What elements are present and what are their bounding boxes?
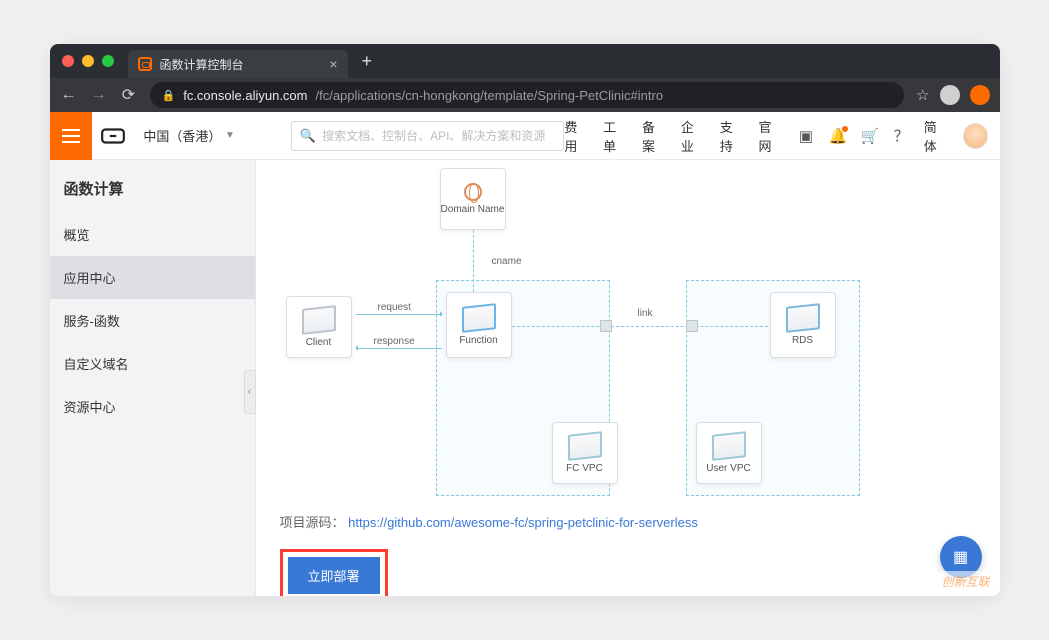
watermark: 创新互联: [935, 571, 995, 592]
maximize-window-icon[interactable]: [102, 55, 114, 67]
region-selector[interactable]: 中国（香港） ▼: [133, 126, 245, 145]
url-field[interactable]: 🔒 fc.console.aliyun.com/fc/applications/…: [150, 82, 905, 108]
search-input[interactable]: [322, 129, 555, 143]
architecture-diagram: Domain Name cname Client request respons…: [280, 168, 860, 498]
close-window-icon[interactable]: [62, 55, 74, 67]
region-label: 中国（香港）: [143, 126, 219, 145]
menu-toggle-button[interactable]: [50, 112, 93, 160]
diagram-connector: [686, 320, 698, 332]
deploy-button[interactable]: 立即部署: [288, 557, 380, 594]
back-icon[interactable]: ←: [60, 86, 78, 104]
node-label: User VPC: [706, 463, 750, 474]
help-icon[interactable]: ？: [893, 125, 910, 146]
diagram-node-fcvpc: FC VPC: [552, 422, 618, 484]
url-host: fc.console.aliyun.com: [183, 88, 307, 103]
tab-favicon-icon: [138, 57, 152, 71]
url-path: /fc/applications/cn-hongkong/template/Sp…: [315, 88, 663, 103]
diagram-node-domain: Domain Name: [440, 168, 506, 230]
user-avatar[interactable]: [963, 123, 988, 149]
search-box[interactable]: 🔍: [291, 121, 564, 151]
diagram-node-rds: RDS: [770, 292, 836, 358]
top-link[interactable]: 工单: [603, 117, 628, 155]
chevron-down-icon: ▼: [225, 130, 235, 141]
diagram-edge: [512, 326, 768, 327]
minimize-window-icon[interactable]: [82, 55, 94, 67]
cloudshell-icon[interactable]: ▣: [797, 127, 814, 145]
browser-tab[interactable]: 函数计算控制台 ×: [128, 50, 348, 78]
source-label: 项目源码：: [280, 515, 345, 530]
sidebar-item-resources[interactable]: 资源中心: [50, 385, 255, 428]
monitor-icon: [302, 305, 336, 335]
node-label: Domain Name: [441, 204, 505, 215]
sidebar-item-services[interactable]: 服务-函数: [50, 299, 255, 342]
search-icon: 🔍: [300, 128, 316, 144]
sidebar-item-domains[interactable]: 自定义域名: [50, 342, 255, 385]
tabs-bar: 函数计算控制台 × +: [50, 44, 1000, 78]
sidebar-item-overview[interactable]: 概览: [50, 213, 255, 256]
diagram-node-client: Client: [286, 296, 352, 358]
top-link[interactable]: 费用: [564, 117, 589, 155]
language-switch[interactable]: 简体: [924, 117, 949, 155]
profile-avatar-icon[interactable]: [940, 85, 960, 105]
top-link[interactable]: 官网: [759, 117, 784, 155]
close-tab-icon[interactable]: ×: [329, 56, 337, 72]
source-link[interactable]: https://github.com/awesome-fc/spring-pet…: [348, 515, 698, 530]
edge-label-cname: cname: [492, 256, 522, 267]
diagram-arrow: [356, 348, 442, 349]
aliyun-logo-icon[interactable]: [92, 123, 133, 149]
node-label: Function: [459, 335, 497, 346]
top-link[interactable]: 支持: [720, 117, 745, 155]
node-label: RDS: [792, 335, 813, 346]
address-bar: ← → ⟳ 🔒 fc.console.aliyun.com/fc/applica…: [50, 78, 1000, 112]
reload-icon[interactable]: ⟳: [120, 85, 138, 105]
grid-icon: ▦: [953, 547, 968, 567]
tab-title: 函数计算控制台: [160, 56, 244, 73]
top-link[interactable]: 企业: [681, 117, 706, 155]
browser-window: 函数计算控制台 × + ← → ⟳ 🔒 fc.console.aliyun.co…: [50, 44, 1000, 596]
app-body: 函数计算 概览 应用中心 服务-函数 自定义域名 资源中心 ‹ Domain N…: [50, 160, 1000, 596]
bookmark-icon[interactable]: ☆: [916, 86, 929, 104]
extension-icon[interactable]: [970, 85, 990, 105]
cloud-icon: [568, 431, 602, 461]
source-code-row: 项目源码： https://github.com/awesome-fc/spri…: [280, 512, 976, 531]
diagram-arrow: [356, 314, 442, 315]
sidebar: 函数计算 概览 应用中心 服务-函数 自定义域名 资源中心 ‹: [50, 160, 256, 596]
lock-icon: 🔒: [162, 89, 176, 102]
bell-icon[interactable]: 🔔: [829, 127, 847, 145]
node-label: FC VPC: [566, 463, 603, 474]
sidebar-item-appcenter[interactable]: 应用中心: [50, 256, 255, 299]
diagram-node-function: Function: [446, 292, 512, 358]
globe-icon: [464, 183, 482, 201]
function-icon: [462, 303, 496, 333]
window-traffic-lights[interactable]: [58, 55, 122, 67]
forward-icon[interactable]: →: [90, 86, 108, 104]
diagram-connector: [600, 320, 612, 332]
database-icon: [786, 303, 820, 333]
main-content: Domain Name cname Client request respons…: [256, 160, 1000, 596]
cart-icon[interactable]: 🛒: [861, 127, 879, 145]
diagram-node-uservpc: User VPC: [696, 422, 762, 484]
sidebar-collapse-button[interactable]: ‹: [244, 370, 256, 414]
top-link[interactable]: 备案: [642, 117, 667, 155]
top-nav-links: 费用 工单 备案 企业 支持 官网 ▣ 🔔 🛒 ？ 简体: [564, 117, 999, 155]
new-tab-button[interactable]: +: [354, 51, 381, 72]
edge-label-response: response: [374, 336, 415, 347]
cloud-icon: [712, 431, 746, 461]
edge-label-request: request: [378, 302, 411, 313]
sidebar-title: 函数计算: [50, 160, 255, 213]
edge-label-link: link: [638, 308, 653, 319]
node-label: Client: [306, 337, 332, 348]
console-header: 中国（香港） ▼ 🔍 费用 工单 备案 企业 支持 官网 ▣ 🔔 🛒 ？ 简体: [50, 112, 1000, 160]
deploy-highlight: 立即部署: [280, 549, 388, 596]
